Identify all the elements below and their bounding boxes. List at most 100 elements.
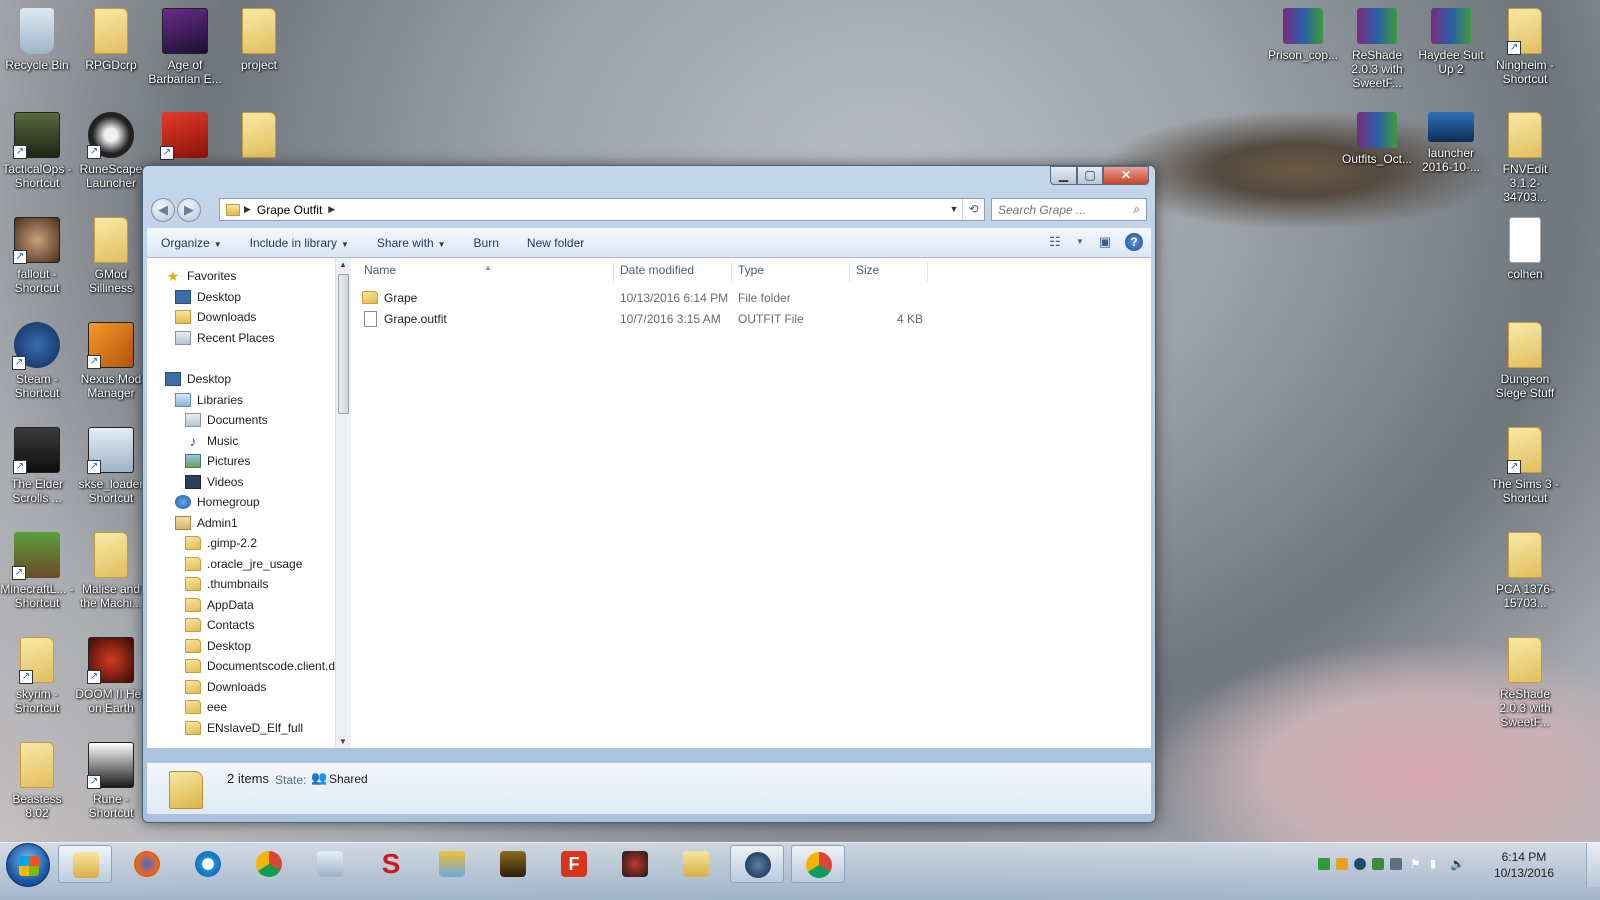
close-button[interactable]: ✕ [1103,166,1149,185]
view-options-icon[interactable]: ☷ [1045,232,1065,252]
desktop-icon-folder[interactable] [222,112,296,162]
nav-item-documentscode[interactable]: Documentscode.client.d [185,656,335,676]
desktop-icon-beastess[interactable]: Beastess 8.02 [0,742,74,820]
desktop-icon-project[interactable]: project [222,8,296,72]
taskbar-app-game[interactable] [486,845,540,883]
nav-favorites[interactable]: ★ Favorites [165,266,237,286]
desktop-icon-rpgdcrp[interactable]: RPGDcrp [74,8,148,72]
desktop-icon-fnvedit[interactable]: FNVEdit 3.1.2-34703... [1488,112,1562,204]
nav-item-pictures[interactable]: Pictures [185,451,250,471]
nav-item-desktop[interactable]: Desktop [175,287,241,307]
desktop-icon-outfits[interactable]: Outfits_Oct... [1340,112,1414,166]
navigation-pane[interactable]: ★ Favorites Desktop Downloads Recent Plac… [147,258,351,748]
desktop-icon-haydee[interactable]: Haydee Suit Up 2 [1414,8,1488,76]
nav-libraries[interactable]: Libraries [175,390,243,410]
nav-item-user-downloads[interactable]: Downloads [185,677,266,697]
desktop-icon-ningheim[interactable]: ↗ Ningheim - Shortcut [1488,8,1562,86]
file-row-grape[interactable]: Grape 10/13/2016 6:14 PM File folder [352,288,952,308]
include-in-library-button[interactable]: Include in library ▼ [236,236,363,250]
tray-app-icon[interactable] [1336,858,1348,870]
taskbar-app-spider[interactable] [608,845,662,883]
desktop-icon-prison-cop[interactable]: Prison_cop... [1266,8,1340,62]
forward-button[interactable]: ▶ [177,198,201,222]
search-icon[interactable]: ⌕ [1133,202,1140,217]
desktop-icon-doom[interactable]: ↗ DOOM II Hell on Earth [74,637,148,715]
taskbar-app-folder[interactable] [669,845,723,883]
desktop-icon-skyrim[interactable]: ↗ skyrim - Shortcut [0,637,74,715]
clock[interactable]: 6:14 PM 10/13/2016 [1494,849,1554,881]
scroll-up-icon[interactable]: ▲ [339,260,347,269]
desktop-icon-gmod-silliness[interactable]: GMod Silliness [74,217,148,295]
nav-item-documents[interactable]: Documents [185,410,268,430]
taskbar-app-chrome[interactable] [242,845,296,883]
desktop-icon-game-shortcut[interactable]: ↗ [148,112,222,162]
taskbar-app-calculator[interactable] [303,845,357,883]
desktop-icon-sims3[interactable]: ↗ The Sims 3 - Shortcut [1488,427,1562,505]
search-input[interactable] [992,199,1118,220]
taskbar-app-internet-explorer[interactable] [181,845,235,883]
nav-item-music[interactable]: ♪ Music [185,431,239,451]
share-with-button[interactable]: Share with ▼ [363,236,460,250]
breadcrumb-separator-icon[interactable]: ▶ [244,204,251,215]
nav-item-videos[interactable]: Videos [185,472,243,492]
tray-app-icon[interactable] [1318,858,1330,870]
action-center-flag-icon[interactable]: ⚑ [1410,858,1422,870]
tray-app-icon[interactable] [1390,858,1402,870]
address-dropdown-icon[interactable]: ▼ [946,199,962,220]
burn-button[interactable]: Burn [460,236,513,250]
help-icon[interactable]: ? [1125,233,1143,251]
desktop-icon-elder-scrolls[interactable]: ↗ The Elder Scrolls ... [0,427,74,505]
desktop-icon-colhen[interactable]: colhen [1488,217,1562,281]
desktop-icon-skse-loader[interactable]: ↗ skse_loader Shortcut [74,427,148,505]
desktop-icon-pca[interactable]: PCA 1376-15703... [1488,532,1562,610]
scroll-down-icon[interactable]: ▼ [339,737,347,746]
new-folder-button[interactable]: New folder [513,236,598,250]
refresh-icon[interactable]: ⟲ [962,199,984,220]
search-box[interactable]: ⌕ [991,198,1147,221]
desktop-icon-dungeon-siege[interactable]: Dungeon Siege Stuff [1488,322,1562,400]
desktop-icon-fallout[interactable]: ↗ fallout - Shortcut [0,217,74,295]
nav-item-appdata[interactable]: AppData [185,595,254,615]
back-button[interactable]: ◀ [151,198,175,222]
desktop-icon-steam[interactable]: ↗ Steam - Shortcut [0,322,74,400]
nav-item-thumbnails[interactable]: .thumbnails [185,574,268,594]
security-tray-icon[interactable] [1372,858,1384,870]
address-bar[interactable]: ▶ Grape Outfit ▶ ▼ ⟲ [219,198,985,221]
desktop-icon-runescape[interactable]: ↗ RuneScape Launcher [74,112,148,190]
minimize-button[interactable]: ▁ [1050,166,1077,185]
desktop-icon-minecraft[interactable]: ↗ MinecraftL... - Shortcut [0,532,74,610]
nav-user[interactable]: Admin1 [175,513,238,533]
file-row-grape-outfit[interactable]: Grape.outfit 10/7/2016 3:15 AM OUTFIT Fi… [352,309,952,329]
taskbar-app-chrome-2[interactable] [791,845,845,883]
maximize-button[interactable]: ▢ [1077,166,1103,185]
preview-pane-icon[interactable]: ▣ [1095,232,1115,252]
taskbar-app-mfc[interactable] [425,845,479,883]
start-button[interactable] [6,843,50,887]
desktop-icon-rune[interactable]: ↗ Rune - Shortcut [74,742,148,820]
desktop-icon-tacticalops[interactable]: ↗ TacticalOps - Shortcut [0,112,74,190]
desktop-icon-nexus-mod-manager[interactable]: ↗ Nexus Mod Manager [74,322,148,400]
nav-item-gimp[interactable]: .gimp-2.2 [185,533,257,553]
organize-button[interactable]: Organize ▼ [147,236,236,250]
column-type[interactable]: Type [732,262,850,282]
taskbar-app-steam[interactable] [730,845,784,883]
column-name[interactable]: Name ▲ [358,262,614,282]
breadcrumb-grape-outfit[interactable]: Grape Outfit [257,203,322,217]
nav-item-user-desktop[interactable]: Desktop [185,636,251,656]
taskbar-app-explorer[interactable] [58,845,112,883]
nav-homegroup[interactable]: Homegroup [175,492,260,512]
nav-item-downloads[interactable]: Downloads [175,307,256,327]
chevron-down-icon[interactable]: ▼ [1075,232,1085,252]
nav-scrollbar[interactable]: ▲ ▼ [335,258,351,748]
show-desktop-button[interactable] [1586,843,1600,887]
desktop-icon-recycle-bin[interactable]: Recycle Bin [0,8,74,72]
nav-item-enslaved[interactable]: ENslaveD_Elf_full [185,718,303,738]
taskbar-app-red-s[interactable]: S [364,845,418,883]
nav-desktop[interactable]: Desktop [165,369,231,389]
scrollbar-thumb[interactable] [338,274,349,414]
column-date-modified[interactable]: Date modified [614,262,732,282]
nav-item-eee[interactable]: eee [185,697,227,717]
desktop-icon-age-of-barbarian[interactable]: Age of Barbarian E... [148,8,222,86]
breadcrumb-separator-icon[interactable]: ▶ [328,204,335,215]
desktop-icon-malise[interactable]: Malise and the Machi... [74,532,148,610]
